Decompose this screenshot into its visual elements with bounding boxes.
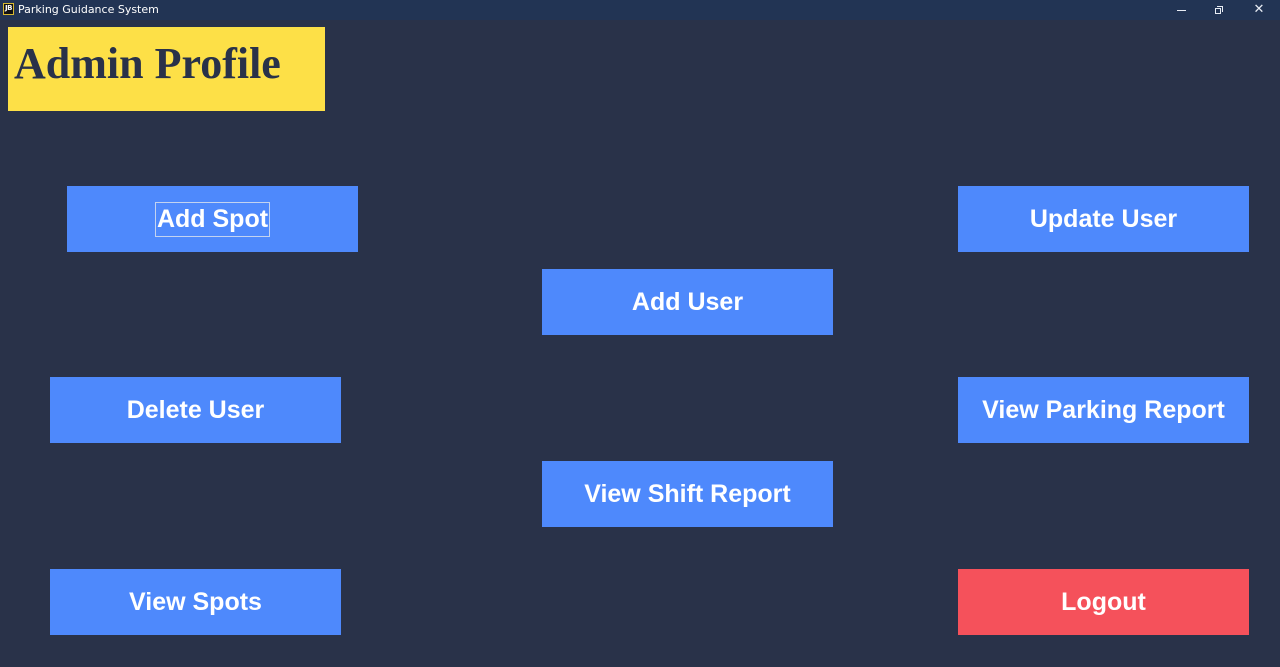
- update-user-label: Update User: [1029, 204, 1178, 233]
- minimize-icon: [1176, 9, 1186, 11]
- page-title-banner: Admin Profile: [8, 27, 325, 111]
- update-user-button[interactable]: Update User: [958, 186, 1249, 252]
- add-user-button[interactable]: Add User: [542, 269, 833, 335]
- view-shift-report-label: View Shift Report: [584, 479, 791, 508]
- window-titlebar[interactable]: JB Parking Guidance System ✕: [0, 0, 1280, 20]
- restore-icon: [1215, 6, 1223, 14]
- view-spots-button[interactable]: View Spots: [50, 569, 341, 635]
- close-button[interactable]: ✕: [1240, 0, 1278, 20]
- logout-button[interactable]: Logout: [958, 569, 1249, 635]
- view-parking-report-button[interactable]: View Parking Report: [958, 377, 1249, 443]
- close-icon: ✕: [1253, 2, 1265, 17]
- view-shift-report-button[interactable]: View Shift Report: [542, 461, 833, 527]
- delete-user-button[interactable]: Delete User: [50, 377, 341, 443]
- restore-button[interactable]: [1200, 0, 1238, 20]
- add-spot-button[interactable]: Add Spot: [67, 186, 358, 252]
- logout-label: Logout: [1061, 587, 1146, 616]
- page-title: Admin Profile: [14, 39, 281, 88]
- app-icon: JB: [3, 3, 14, 15]
- add-user-label: Add User: [631, 287, 744, 316]
- add-spot-label: Add Spot: [154, 201, 271, 237]
- view-parking-report-label: View Parking Report: [982, 395, 1225, 424]
- delete-user-label: Delete User: [126, 395, 265, 424]
- window-title: Parking Guidance System: [18, 3, 159, 16]
- minimize-button[interactable]: [1162, 0, 1200, 20]
- view-spots-label: View Spots: [129, 587, 262, 616]
